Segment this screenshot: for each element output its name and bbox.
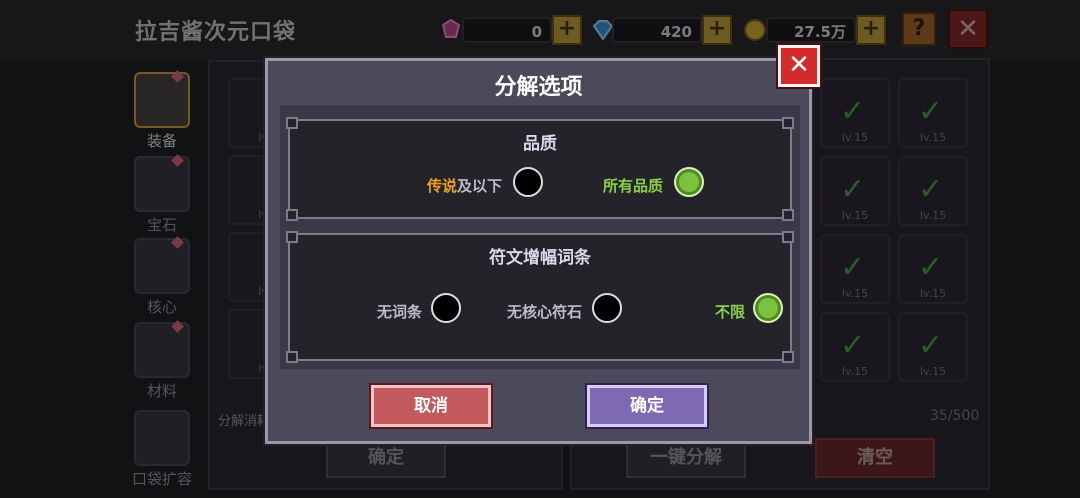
unlimited-radio[interactable] [753,293,783,323]
dialog-title: 分解选项 [494,75,583,100]
decompose-options-dialog: 分解选项 品质 传说及以下 所有品质 符文增幅词条 无词条 无核心符石 不限 [265,58,812,444]
no-core-rune-label: 无核心符石 [507,303,583,321]
quality-option-legendary-label: 传说及以下 [427,177,503,195]
no-affix-label: 无词条 [377,303,423,321]
cancel-button[interactable]: 取消 [371,385,491,427]
unlimited-label: 不限 [715,303,746,321]
dialog-content: 品质 传说及以下 所有品质 符文增幅词条 无词条 无核心符石 不限 [280,105,800,369]
rune-affix-section: 符文增幅词条 无词条 无核心符石 不限 [286,231,794,363]
rune-section-title: 符文增幅词条 [489,248,591,268]
quality-section: 品质 传说及以下 所有品质 [286,117,794,221]
quality-all-label: 所有品质 [603,177,664,195]
quality-legendary-radio[interactable] [513,167,543,197]
confirm-button[interactable]: 确定 [587,385,707,427]
quality-section-title: 品质 [523,134,557,154]
no-affix-radio[interactable] [431,293,461,323]
dialog-close-button[interactable]: ✕ [778,45,820,87]
quality-all-radio[interactable] [674,167,704,197]
no-core-rune-radio[interactable] [592,293,622,323]
